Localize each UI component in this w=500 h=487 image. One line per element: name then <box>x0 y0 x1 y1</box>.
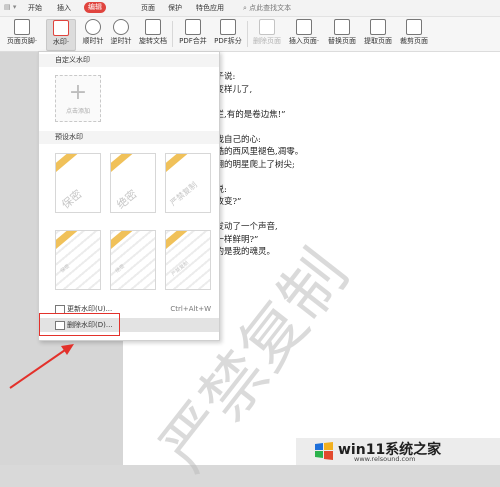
logo-url: www.relsound.com <box>354 455 416 463</box>
annotation-arrow <box>9 344 74 389</box>
windows-logo-icon <box>315 442 333 460</box>
